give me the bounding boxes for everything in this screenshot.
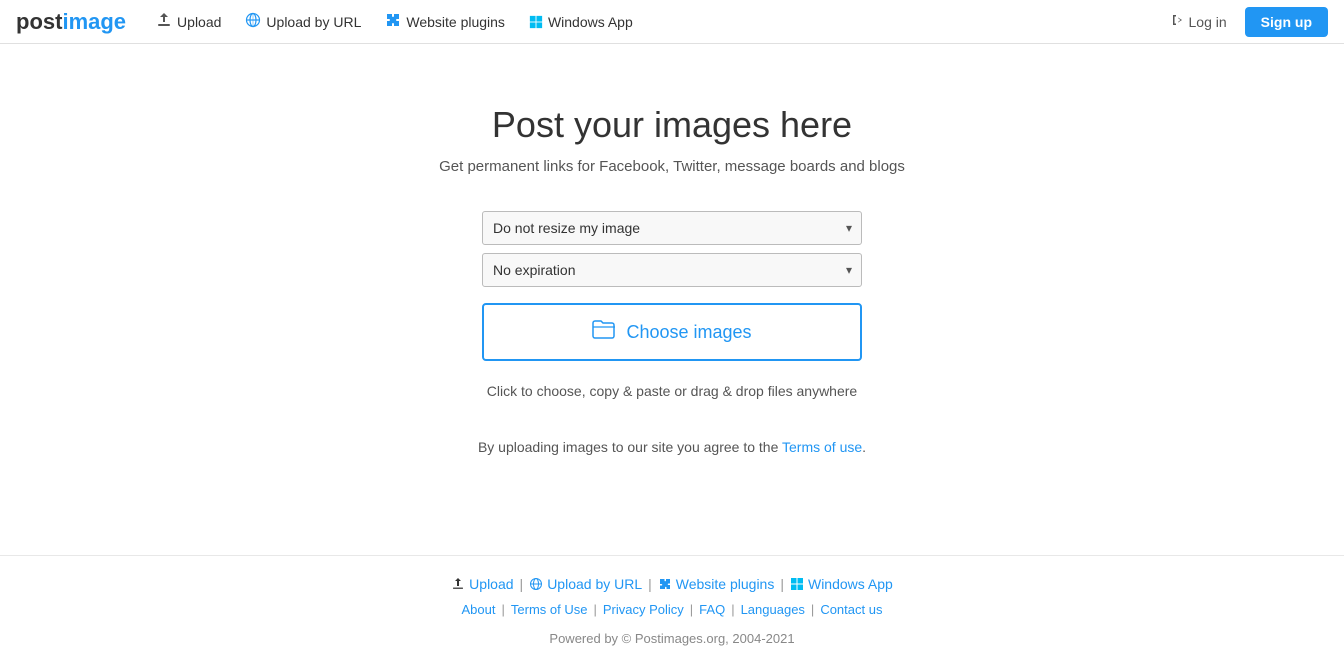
windows-icon xyxy=(529,15,543,29)
footer-privacy-link[interactable]: Privacy Policy xyxy=(603,602,684,617)
footer-languages-link[interactable]: Languages xyxy=(741,602,805,617)
footer: Upload | Upload by URL | Website plugins… xyxy=(0,555,1344,666)
nav-upload[interactable]: Upload xyxy=(146,6,231,37)
login-button[interactable]: Log in xyxy=(1161,7,1237,36)
footer-contact-link[interactable]: Contact us xyxy=(820,602,882,617)
page-title: Post your images here xyxy=(492,104,852,146)
footer-terms-link[interactable]: Terms of Use xyxy=(511,602,588,617)
footer-upload-link[interactable]: Upload xyxy=(451,576,513,592)
footer-nav: Upload | Upload by URL | Website plugins… xyxy=(20,576,1324,592)
expiration-select-wrapper: No expiration1 hour1 day1 week1 month6 m… xyxy=(482,253,862,287)
upload-form: Do not resize my imageResize to 100x75Re… xyxy=(482,211,862,399)
login-arrow-icon xyxy=(1171,13,1185,30)
main-nav: Upload Upload by URL Website plugins xyxy=(146,6,1160,37)
terms-of-use-link[interactable]: Terms of use xyxy=(782,439,862,455)
footer-upload-url-link[interactable]: Upload by URL xyxy=(529,576,642,592)
logo-image: image xyxy=(62,9,126,35)
footer-windows-link[interactable]: Windows App xyxy=(790,576,893,592)
footer-copyright: Powered by © Postimages.org, 2004-2021 xyxy=(20,631,1324,646)
upload-icon xyxy=(156,12,172,31)
nav-website-plugins[interactable]: Website plugins xyxy=(375,6,515,37)
choose-images-button[interactable]: Choose images xyxy=(482,303,862,361)
globe-icon xyxy=(245,12,261,31)
nav-windows-app[interactable]: Windows App xyxy=(519,8,643,36)
logo-post: post xyxy=(16,9,62,35)
footer-links: About | Terms of Use | Privacy Policy | … xyxy=(20,602,1324,617)
footer-faq-link[interactable]: FAQ xyxy=(699,602,725,617)
terms-notice: By uploading images to our site you agre… xyxy=(478,439,866,455)
expiration-select[interactable]: No expiration1 hour1 day1 week1 month6 m… xyxy=(482,253,862,287)
footer-about-link[interactable]: About xyxy=(462,602,496,617)
resize-select[interactable]: Do not resize my imageResize to 100x75Re… xyxy=(482,211,862,245)
main-content: Post your images here Get permanent link… xyxy=(0,44,1344,495)
folder-open-icon xyxy=(592,319,616,345)
signup-button[interactable]: Sign up xyxy=(1245,7,1328,37)
footer-plugins-link[interactable]: Website plugins xyxy=(658,576,775,592)
header-right: Log in Sign up xyxy=(1161,7,1328,37)
header: postimage Upload Upload by URL Website p… xyxy=(0,0,1344,44)
page-subtitle: Get permanent links for Facebook, Twitte… xyxy=(439,158,905,175)
puzzle-icon xyxy=(385,12,401,31)
logo[interactable]: postimage xyxy=(16,9,126,35)
resize-select-wrapper: Do not resize my imageResize to 100x75Re… xyxy=(482,211,862,245)
nav-upload-url[interactable]: Upload by URL xyxy=(235,6,371,37)
drag-hint: Click to choose, copy & paste or drag & … xyxy=(487,383,857,399)
